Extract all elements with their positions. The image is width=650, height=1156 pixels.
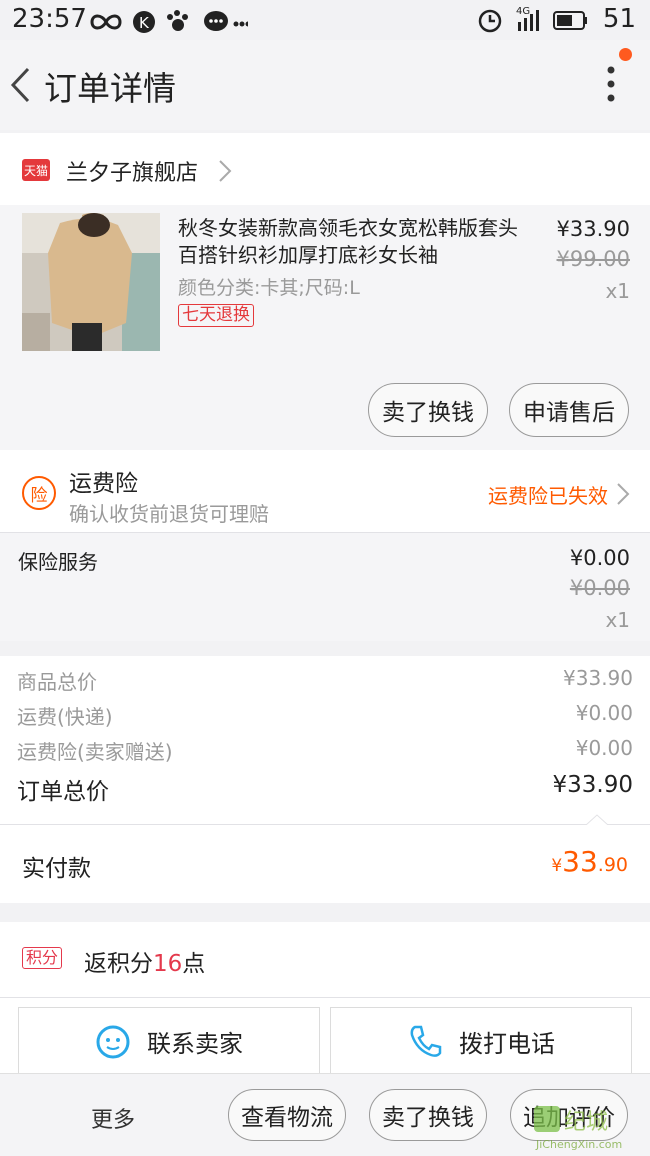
points-prefix: 返积分	[84, 951, 153, 977]
paw-icon	[167, 10, 188, 31]
battery-icon	[553, 11, 587, 30]
product-sku: 颜色分类:卡其;尺码:L	[178, 277, 360, 299]
watermark-logo-icon	[534, 1106, 560, 1132]
watermark-url: JiChengXin.com	[536, 1138, 623, 1151]
insurance-fee-value: ¥0.00	[575, 736, 633, 760]
status-left-icons: K	[90, 10, 248, 33]
more-dots-icon	[233, 21, 248, 27]
paid-amount: ¥33.90	[551, 845, 628, 878]
product-title[interactable]: 秋冬女装新款高领毛衣女宽松韩版套头百搭针织衫加厚打底衫女长袖	[178, 215, 524, 269]
sell-for-cash-bottom-button[interactable]: 卖了换钱	[369, 1089, 487, 1141]
service-label: 保险服务	[18, 550, 98, 574]
insurance-title: 运费险	[69, 471, 138, 497]
network-type: 4G	[516, 6, 531, 17]
paid-amount-row: 实付款 ¥33.90	[0, 825, 650, 903]
call-button[interactable]: 拨打电话	[330, 1007, 632, 1075]
shipping-insurance-row[interactable]: 险 运费险 确认收货前退货可理赔 运费险已失效	[0, 450, 650, 532]
paid-decimal: .90	[597, 854, 628, 876]
paid-currency: ¥	[551, 856, 563, 876]
nav-bar: 订单详情	[0, 40, 650, 130]
contact-seller-label: 联系卖家	[147, 1029, 243, 1058]
watermark-logo-text: 纪城	[564, 1110, 609, 1135]
insurance-status[interactable]: 运费险已失效	[488, 480, 608, 509]
subtotal-label: 商品总价	[17, 670, 97, 694]
notification-dot	[619, 48, 632, 61]
price-summary: 商品总价 ¥33.90 运费(快递) ¥0.00 运费险(卖家赠送) ¥0.00…	[0, 656, 650, 824]
product-price: ¥33.90	[556, 217, 630, 241]
after-sales-button[interactable]: 申请售后	[509, 383, 629, 437]
points-text: 返积分16点	[84, 944, 205, 978]
points-suffix: 点	[182, 951, 206, 977]
chat-face-icon	[96, 1025, 130, 1059]
chevron-right-icon	[617, 483, 630, 505]
watermark: 纪城 JiChengXin.com	[534, 1104, 648, 1154]
status-time: 23:57	[12, 4, 87, 34]
view-logistics-button[interactable]: 查看物流	[228, 1089, 346, 1141]
chevron-right-icon	[219, 160, 232, 182]
more-button[interactable]: 更多	[91, 1102, 135, 1134]
product-image[interactable]	[22, 213, 160, 351]
status-bar: 23:57 K 4G 51	[0, 0, 650, 40]
service-price: ¥0.00	[569, 546, 630, 570]
shipping-value: ¥0.00	[575, 701, 633, 725]
call-label: 拨打电话	[459, 1029, 555, 1058]
alarm-icon	[478, 9, 502, 33]
sell-for-cash-button[interactable]: 卖了换钱	[368, 383, 488, 437]
back-arrow-icon[interactable]	[8, 66, 32, 104]
infinity-icon	[90, 14, 122, 30]
shop-name[interactable]: 兰夕子旗舰店	[66, 155, 198, 187]
svg-text:K: K	[139, 14, 150, 32]
points-count: 16	[153, 951, 183, 977]
chat-bubble-icon	[204, 11, 228, 31]
return-policy-tag: 七天退换	[178, 304, 254, 327]
subtotal-value: ¥33.90	[563, 666, 633, 690]
status-right-icons	[478, 9, 587, 33]
shipping-label: 运费(快递)	[17, 705, 113, 729]
tmall-badge-icon: 天猫	[22, 159, 50, 181]
page-title: 订单详情	[44, 69, 176, 108]
insurance-subtitle: 确认收货前退货可理赔	[69, 502, 269, 526]
k-app-icon: K	[133, 11, 155, 33]
insurance-service-row: 保险服务 ¥0.00 ¥0.00 x1	[0, 533, 650, 641]
paid-integer: 33	[562, 845, 598, 878]
points-badge: 积分	[22, 947, 63, 969]
overflow-menu-icon[interactable]	[606, 66, 616, 102]
contact-seller-button[interactable]: 联系卖家	[18, 1007, 320, 1075]
service-original-price: ¥0.00	[569, 576, 630, 600]
product-quantity: x1	[605, 279, 630, 303]
shop-header[interactable]: 天猫 兰夕子旗舰店	[0, 133, 650, 205]
insurance-icon: 险	[22, 476, 56, 510]
phone-icon	[410, 1025, 442, 1057]
insurance-fee-label: 运费险(卖家赠送)	[17, 740, 173, 764]
paid-label: 实付款	[22, 856, 91, 882]
battery-level: 51	[602, 4, 636, 34]
service-quantity: x1	[605, 608, 630, 632]
product-section: 秋冬女装新款高领毛衣女宽松韩版套头百搭针织衫加厚打底衫女长袖 颜色分类:卡其;尺…	[0, 205, 650, 450]
product-original-price: ¥99.00	[556, 247, 630, 271]
order-total-label: 订单总价	[17, 779, 109, 805]
order-total-value: ¥33.90	[552, 772, 633, 798]
points-row: 积分 返积分16点	[0, 922, 650, 997]
